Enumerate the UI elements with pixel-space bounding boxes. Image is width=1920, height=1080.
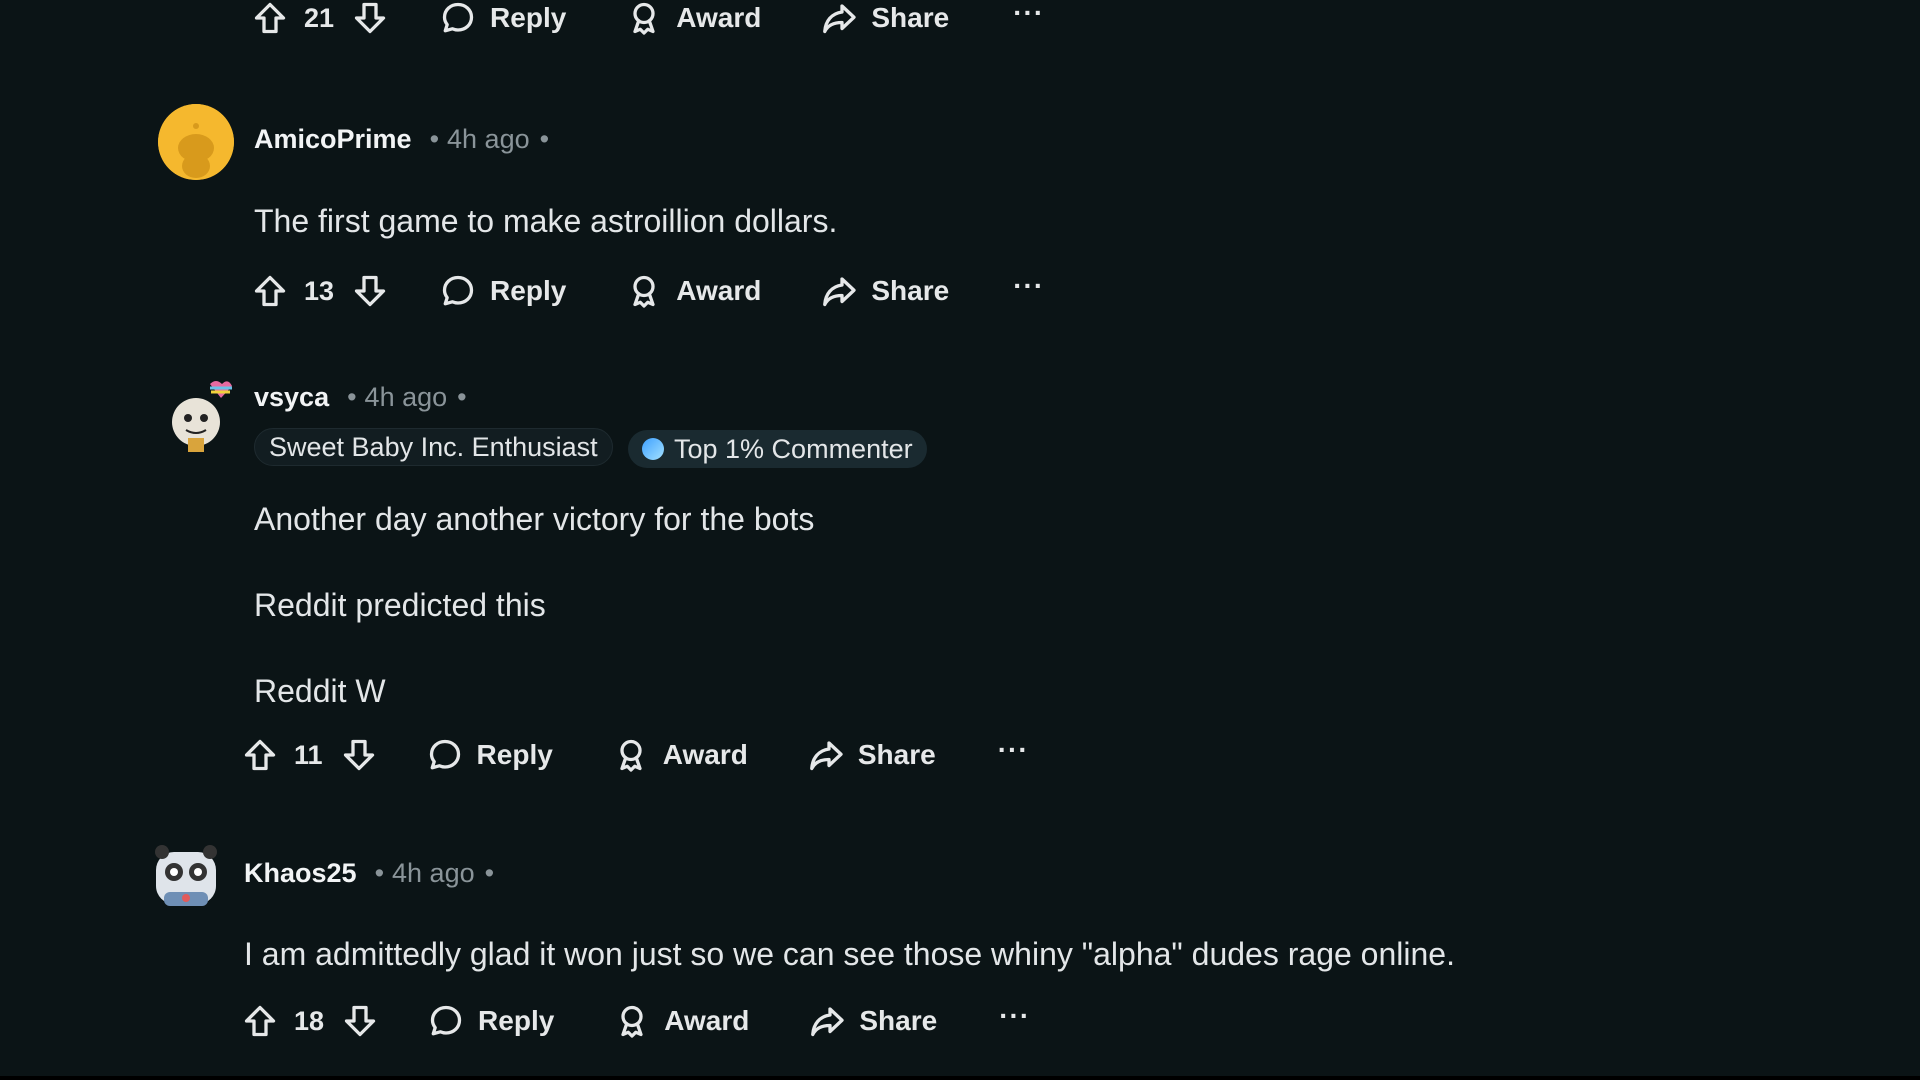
- separator-dot: •: [347, 382, 357, 412]
- arrow-up-icon: [244, 739, 276, 771]
- comment-thread: 21 Reply Award Share ··· AmicoPrime • 4h…: [0, 0, 1920, 1080]
- speech-bubble-icon: [442, 2, 474, 33]
- award-button[interactable]: Award: [614, 1003, 749, 1039]
- ellipsis-icon: ···: [997, 734, 1029, 765]
- comment-body: I am admittedly glad it won just so we c…: [244, 936, 1455, 972]
- avatar[interactable]: [158, 104, 234, 180]
- user-flair: Sweet Baby Inc. Enthusiast: [254, 428, 613, 466]
- reply-button[interactable]: Reply: [428, 1003, 554, 1039]
- reply-button[interactable]: Reply: [427, 737, 553, 773]
- author-name[interactable]: vsyca: [254, 382, 329, 413]
- comment-body-paragraph: Reddit predicted this: [254, 587, 546, 623]
- action-bar: 11 Reply Award Share ···: [242, 735, 1029, 775]
- comment-body-paragraph: Another day another victory for the bots: [254, 501, 815, 537]
- speech-bubble-icon: [430, 1005, 462, 1036]
- award-ribbon-icon: [633, 2, 655, 35]
- award-ribbon-icon: [620, 739, 642, 772]
- more-options-button[interactable]: ···: [999, 1000, 1031, 1036]
- author-name[interactable]: Khaos25: [244, 858, 357, 889]
- arrow-up-icon: [254, 2, 286, 34]
- downvote-button[interactable]: [352, 273, 388, 309]
- more-options-button[interactable]: ···: [1013, 0, 1045, 33]
- vote-count: 18: [294, 1005, 325, 1036]
- more-options-button[interactable]: ···: [1013, 270, 1045, 306]
- reply-button[interactable]: Reply: [440, 0, 566, 36]
- author-name[interactable]: AmicoPrime: [254, 124, 412, 155]
- award-button[interactable]: Award: [626, 0, 761, 36]
- action-bar-previous: 21 Reply Award Share ···: [252, 0, 1044, 38]
- award-button[interactable]: Award: [613, 737, 748, 773]
- speech-bubble-icon: [429, 739, 460, 770]
- comment-body: The first game to make astroillion dolla…: [254, 203, 838, 239]
- arrow-up-icon: [244, 1005, 276, 1037]
- vote-count: 11: [294, 739, 323, 770]
- share-arrow-icon: [823, 277, 857, 307]
- arrow-down-icon: [354, 2, 386, 34]
- ellipsis-icon: ···: [1013, 0, 1045, 28]
- top-commenter-badge: Top 1% Commenter: [628, 430, 927, 468]
- separator-dot: •: [484, 858, 495, 888]
- arrow-down-icon: [354, 275, 386, 307]
- share-button[interactable]: Share: [809, 1003, 937, 1039]
- avatar[interactable]: [158, 378, 234, 454]
- downvote-button[interactable]: [352, 0, 388, 36]
- separator-dot: •: [539, 124, 550, 154]
- share-arrow-icon: [811, 1007, 845, 1037]
- snoo-avatar-icon: [172, 381, 232, 452]
- commenter-badge-icon: [642, 438, 664, 460]
- downvote-button[interactable]: [342, 1003, 378, 1039]
- speech-bubble-icon: [442, 275, 474, 306]
- comment-header: vsyca • 4h ago •: [254, 382, 467, 413]
- award-button[interactable]: Award: [626, 273, 761, 309]
- comment-body-paragraph: Reddit W: [254, 673, 386, 709]
- share-arrow-icon: [823, 4, 857, 34]
- avatar[interactable]: [148, 838, 224, 914]
- timestamp[interactable]: 4h ago: [447, 124, 530, 155]
- award-ribbon-icon: [633, 275, 655, 308]
- vote-count: 13: [304, 275, 335, 306]
- snoo-avatar-icon: [155, 845, 217, 906]
- upvote-button[interactable]: [242, 737, 278, 773]
- ellipsis-icon: ···: [999, 1000, 1031, 1031]
- upvote-button[interactable]: [252, 0, 288, 36]
- share-button[interactable]: Share: [821, 273, 949, 309]
- downvote-button[interactable]: [341, 737, 377, 773]
- more-options-button[interactable]: ···: [997, 734, 1029, 770]
- separator-dot: •: [429, 124, 440, 154]
- bottom-edge: [0, 1076, 1920, 1080]
- action-bar: 13 Reply Award Share ···: [252, 271, 1044, 311]
- share-arrow-icon: [809, 741, 843, 771]
- timestamp[interactable]: 4h ago: [365, 382, 448, 413]
- ellipsis-icon: ···: [1013, 270, 1045, 301]
- action-bar: 18 Reply Award Share ···: [242, 1001, 1030, 1041]
- arrow-down-icon: [343, 739, 374, 771]
- arrow-down-icon: [344, 1005, 376, 1037]
- share-button[interactable]: Share: [808, 737, 936, 773]
- share-button[interactable]: Share: [821, 0, 949, 36]
- comment-header: Khaos25 • 4h ago •: [244, 858, 494, 889]
- snoo-avatar-icon: [158, 104, 234, 180]
- comment-header: AmicoPrime • 4h ago •: [254, 124, 549, 155]
- timestamp[interactable]: 4h ago: [392, 858, 475, 889]
- separator-dot: •: [374, 858, 385, 888]
- arrow-up-icon: [254, 275, 286, 307]
- separator-dot: •: [457, 382, 467, 412]
- upvote-button[interactable]: [252, 273, 288, 309]
- reply-button[interactable]: Reply: [440, 273, 566, 309]
- award-ribbon-icon: [621, 1005, 643, 1038]
- vote-count: 21: [304, 2, 335, 33]
- upvote-button[interactable]: [242, 1003, 278, 1039]
